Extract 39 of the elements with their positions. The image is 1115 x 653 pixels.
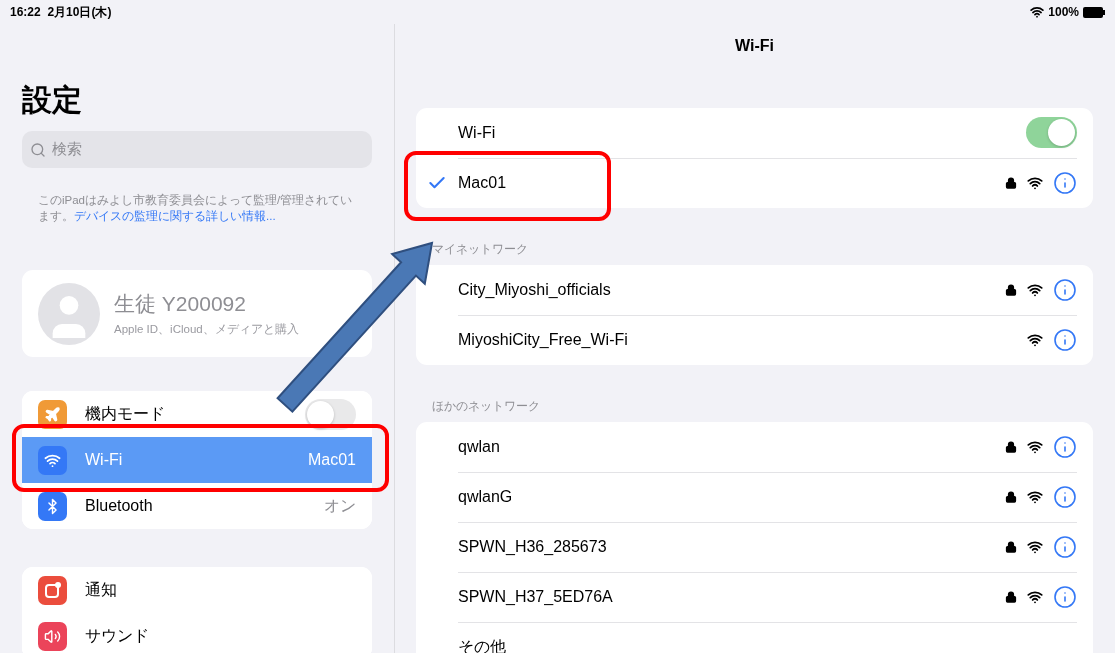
search-icon	[30, 141, 46, 158]
battery-icon	[1083, 6, 1105, 18]
notification-icon	[44, 581, 61, 599]
supervision-notice: このiPadはみよし市教育委員会によって監理/管理されています。デバイスの監理に関する詳しい情報...	[38, 192, 354, 224]
profile-subtitle: Apple ID、iCloud、メディアと購入	[114, 322, 299, 337]
status-time: 16:22 2月10日(木)	[10, 3, 112, 21]
section-header: マイネットワーク	[432, 242, 529, 257]
network-name[interactable]: qwlanG	[458, 487, 995, 506]
section-header: ほかのネットワーク	[432, 399, 541, 414]
profile-name: 生徒 Y200092	[114, 291, 247, 317]
wifi-signal-icon	[1027, 488, 1043, 505]
network-name[interactable]: City_Miyoshi_officials	[458, 280, 995, 299]
info-icon[interactable]	[1053, 434, 1077, 459]
network-name[interactable]: SPWN_H37_5ED76A	[458, 587, 995, 606]
info-icon[interactable]	[1053, 328, 1077, 352]
info-icon[interactable]	[1053, 534, 1077, 559]
info-icon[interactable]	[1053, 484, 1077, 509]
wifi-signal-icon	[1027, 175, 1043, 191]
battery-percent: 100%	[1048, 5, 1079, 19]
info-icon[interactable]	[1053, 584, 1077, 609]
network-name[interactable]: SPWN_H36_285673	[458, 537, 995, 556]
speaker-icon	[44, 627, 61, 645]
airplane-icon	[44, 405, 61, 423]
info-icon[interactable]	[1053, 277, 1077, 302]
wifi-status-icon	[1030, 5, 1045, 19]
sidebar-title: 設定	[22, 82, 83, 118]
wifi-signal-icon	[1027, 281, 1043, 298]
wifi-label: Wi-Fi	[458, 123, 497, 142]
wifi-signal-icon	[1027, 588, 1043, 605]
network-name[interactable]: qwlan	[458, 437, 995, 456]
wifi-signal-icon	[1027, 332, 1043, 348]
page-title: Wi-Fi	[734, 37, 775, 55]
network-name[interactable]: Mac01	[458, 174, 995, 192]
wifi-signal-icon	[1027, 438, 1043, 455]
wifi-signal-icon	[1027, 538, 1043, 555]
info-icon[interactable]	[1053, 171, 1077, 195]
toggle-switch[interactable]	[1026, 117, 1077, 148]
network-name[interactable]: MiyoshiCity_Free_Wi-Fi	[458, 331, 1017, 349]
supervision-link[interactable]: デバイスの監理に関する詳しい情報...	[74, 210, 276, 222]
